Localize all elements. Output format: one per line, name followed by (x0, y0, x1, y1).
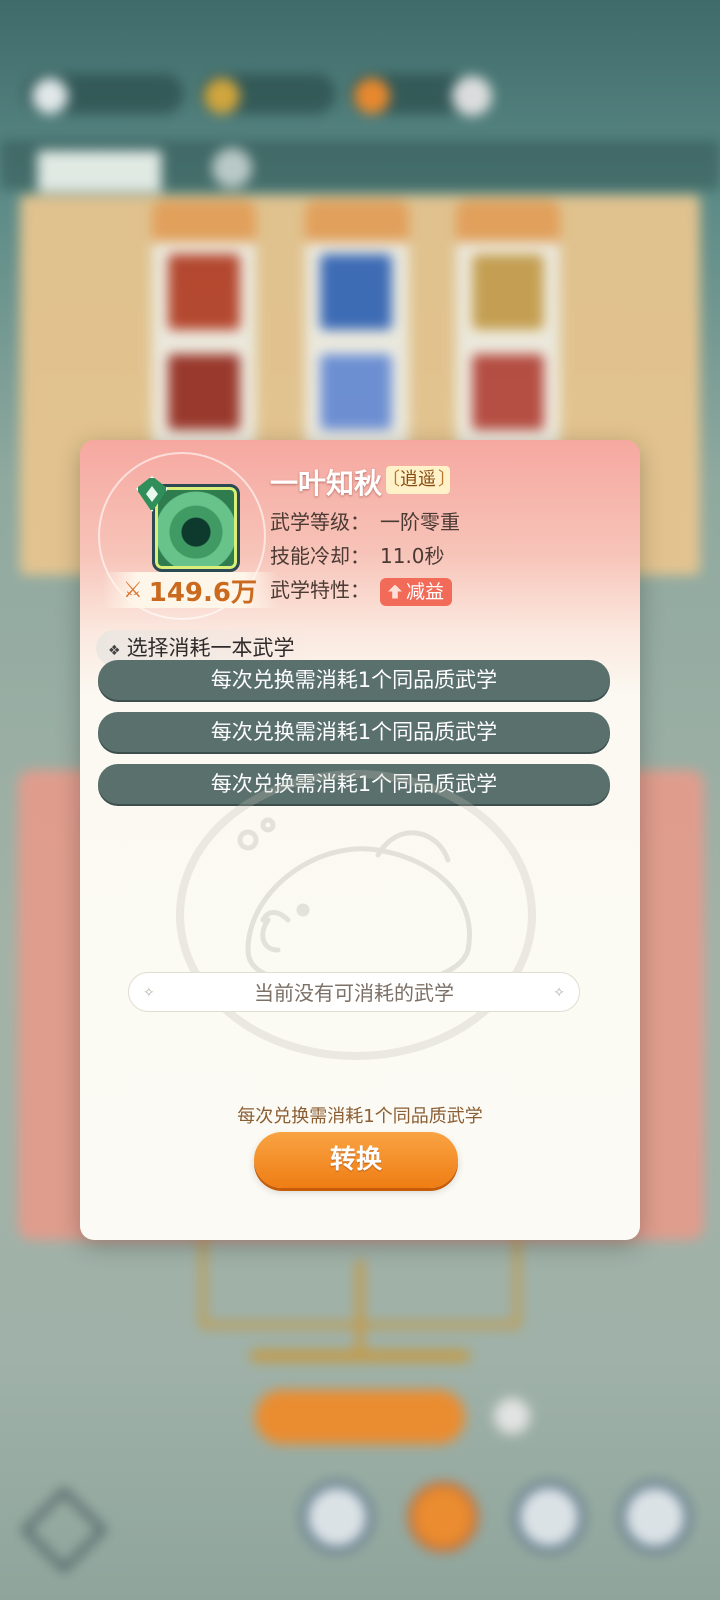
sparkle-left-icon: ✧ (143, 985, 155, 1001)
trait-tag: 减益 (380, 577, 453, 606)
power-display: ⚔ 149.6万 (102, 572, 278, 608)
attr-cooldown-label: 技能冷却： (270, 544, 370, 568)
attr-cooldown-value: 11.0秒 (380, 544, 445, 568)
empty-state-text: 当前没有可消耗的武学 (254, 981, 454, 1005)
power-value: 149.6万 (148, 577, 257, 608)
sparkle-right-icon: ✧ (553, 985, 565, 1001)
attr-level-label: 武学等级： (270, 510, 370, 534)
skill-name: 一叶知秋 (270, 467, 383, 500)
attr-cooldown: 技能冷却： 11.0秒 (270, 540, 445, 569)
diamond-bullet-icon: ❖ (108, 643, 121, 659)
select-consume-text: 选择消耗一本武学 (126, 636, 295, 660)
attr-trait-label: 武学特性： (270, 578, 370, 602)
cost-hint: 每次兑换需消耗1个同品质武学 (237, 1106, 483, 1127)
skill-convert-dialog: ⚔ 149.6万 一叶知秋 逍遥 武学等级： 一阶零重 技能冷却： 11.0秒 武学… (80, 440, 640, 1240)
attr-trait: 武学特性： 减益 (270, 574, 453, 606)
convert-button[interactable]: 转换 (254, 1132, 458, 1188)
consume-option-1[interactable]: 每次兑换需消耗1个同品质武学 (98, 660, 610, 700)
skill-icon[interactable] (152, 484, 240, 572)
sect-tag: 逍遥 (382, 466, 456, 494)
attr-level-value: 一阶零重 (380, 510, 460, 534)
background-topbar (24, 74, 504, 118)
debuff-arrow-icon (388, 584, 402, 599)
crossed-swords-icon: ⚔ (123, 577, 143, 603)
consume-option-2[interactable]: 每次兑换需消耗1个同品质武学 (98, 712, 610, 752)
trait-value: 减益 (406, 580, 445, 603)
attr-level: 武学等级： 一阶零重 (270, 506, 460, 535)
background-title-block: ▇▇▇▇ (38, 146, 162, 192)
empty-state-note: ✧ 当前没有可消耗的武学 ✧ (128, 972, 580, 1012)
